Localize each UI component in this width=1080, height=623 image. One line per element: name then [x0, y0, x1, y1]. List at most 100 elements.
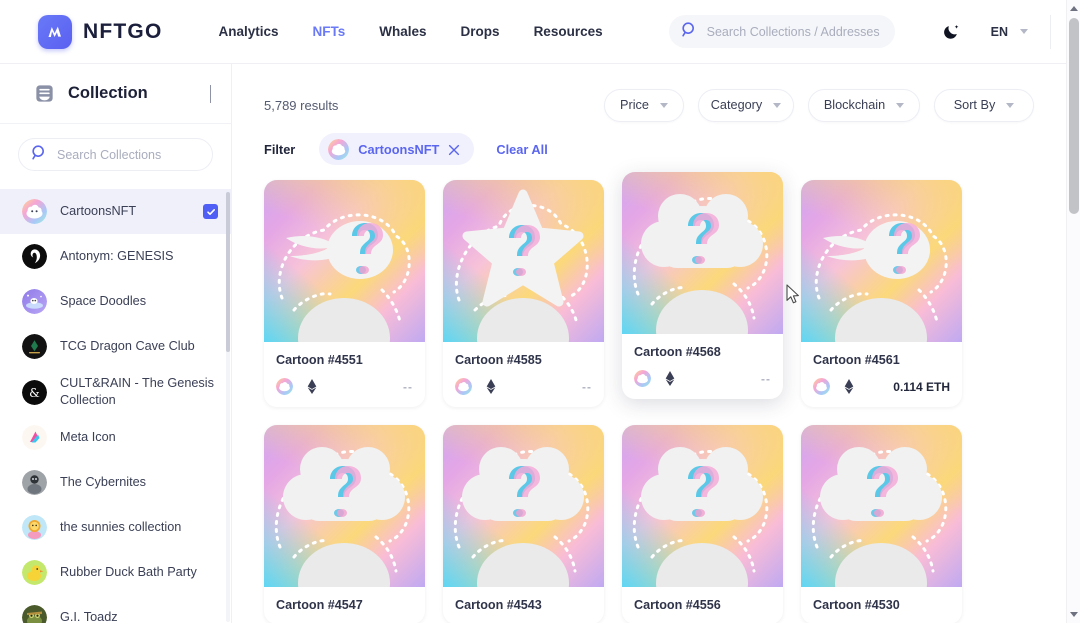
nft-price: 0.114 ETH [893, 379, 950, 394]
nft-card[interactable]: Cartoon #4547 [264, 425, 425, 623]
svg-text:&: & [29, 386, 40, 400]
sidebar-item-label: Space Doodles [60, 293, 147, 308]
nft-card[interactable]: Cartoon #4551 -- [264, 180, 425, 407]
filter-chip-cartoonsnft[interactable]: CartoonsNFT [319, 133, 475, 165]
sidebar-item-the-sunnies-collection[interactable]: the sunnies collection [0, 505, 232, 550]
sidebar-item-label: Antonym: GENESIS [60, 248, 174, 263]
nft-card-body: Cartoon #4543 [443, 587, 604, 623]
nft-image [443, 180, 604, 342]
nft-title: Cartoon #4556 [634, 598, 721, 612]
nft-price: -- [582, 379, 592, 394]
nft-meta: -- [276, 378, 413, 395]
filter-chip-label: CartoonsNFT [358, 141, 440, 157]
sidebar-item-meta-icon[interactable]: Meta Icon [0, 415, 232, 460]
nft-meta: -- [455, 378, 592, 395]
nft-image [264, 180, 425, 342]
sidebar-header[interactable]: Collection [0, 64, 231, 124]
category-dropdown-label: Category [710, 98, 763, 112]
sort-by-dropdown[interactable]: Sort By [934, 88, 1034, 122]
nav-item-nfts[interactable]: NFTs [313, 24, 346, 39]
cartoonsnft-avatar [22, 199, 47, 224]
chevron-down-icon [1019, 29, 1028, 34]
sidebar-item-label: G.I. Toadz [60, 610, 118, 623]
nft-card-body: Cartoon #4547 [264, 587, 425, 623]
scroll-down-arrow-icon[interactable] [1070, 612, 1078, 617]
sidebar-item-tcg-dragon-cave-club[interactable]: TCG Dragon Cave Club [0, 324, 232, 369]
close-icon[interactable] [448, 143, 460, 156]
nft-card[interactable]: Cartoon #4556 [622, 425, 783, 623]
filter-dropdowns: Price Category Blockchain Sort By [604, 88, 1034, 122]
cartoonsnft-avatar [634, 370, 651, 387]
sidebar-scrollbar[interactable] [226, 192, 230, 622]
nav-item-whales[interactable]: Whales [379, 24, 426, 39]
nftgo-logo-icon [38, 14, 72, 49]
search-icon [31, 144, 48, 166]
sidebar-item-cartoonsnft[interactable]: CartoonsNFT [0, 189, 232, 234]
sidebar-item-label: The Cybernites [60, 475, 147, 490]
nft-image [801, 425, 962, 587]
blockchain-dropdown[interactable]: Blockchain [808, 88, 920, 122]
header-divider [1049, 14, 1051, 49]
moon-icon[interactable] [941, 21, 963, 43]
sidebar-item-the-cybernites[interactable]: The Cybernites [0, 460, 232, 505]
search-icon [681, 21, 698, 43]
sidebar-item-label: TCG Dragon Cave Club [60, 338, 195, 353]
sunnies-avatar [22, 515, 47, 541]
cultrain-avatar: & [22, 379, 47, 405]
mouse-cursor [786, 284, 801, 310]
nav-item-drops[interactable]: Drops [461, 24, 500, 39]
sidebar-item-antonym-genesis[interactable]: Antonym: GENESIS [0, 234, 232, 279]
space-doodles-avatar [22, 289, 47, 314]
nft-card-body: Cartoon #4556 [622, 587, 783, 623]
nft-card[interactable]: Cartoon #4585 -- [443, 180, 604, 407]
nft-image [622, 172, 783, 334]
main-nav: Analytics NFTs Whales Drops Resources [219, 24, 603, 39]
nft-meta: -- [634, 370, 771, 387]
cybernites-avatar [22, 470, 47, 496]
clear-all-button[interactable]: Clear All [496, 142, 547, 157]
nft-price: -- [761, 371, 771, 386]
ethereum-icon [305, 379, 318, 394]
scroll-up-arrow-icon[interactable] [1070, 6, 1078, 11]
global-search-input[interactable]: Search Collections / Addresses , [668, 15, 895, 48]
price-dropdown[interactable]: Price [604, 88, 684, 122]
category-dropdown[interactable]: Category [698, 88, 794, 122]
sidebar-scrollbar-thumb[interactable] [226, 192, 230, 352]
language-selector[interactable]: EN [991, 25, 1028, 39]
sidebar-item-gi-toadz[interactable]: G.I. Toadz [0, 595, 232, 623]
sidebar-item-rubber-duck-bath-party[interactable]: Rubber Duck Bath Party [0, 550, 232, 595]
brand-logo[interactable]: NFTGO [38, 14, 163, 49]
sidebar-item-label: Meta Icon [60, 430, 116, 445]
sort-by-dropdown-label: Sort By [953, 98, 996, 112]
nft-card[interactable]: Cartoon #4543 [443, 425, 604, 623]
price-dropdown-label: Price [620, 98, 649, 112]
page-scrollbar-thumb[interactable] [1069, 18, 1079, 214]
sidebar-item-label: CULT&RAIN - The Genesis Collection [60, 376, 214, 408]
page-scrollbar[interactable] [1066, 0, 1080, 623]
search-collections-input[interactable]: Search Collections [18, 138, 213, 171]
sidebar-item-label: CartoonsNFT [60, 203, 137, 218]
header-actions: EN [941, 14, 1080, 49]
nft-price: -- [403, 379, 413, 394]
nft-title: Cartoon #4568 [634, 345, 721, 359]
antonym-avatar [22, 244, 47, 269]
nft-card[interactable]: Cartoon #4568 -- [622, 172, 783, 399]
collection-list: CartoonsNFT Antonym: GENESIS Space Doodl… [0, 189, 232, 623]
nft-title: Cartoon #4543 [455, 598, 542, 612]
nft-card[interactable]: Cartoon #4530 [801, 425, 962, 623]
cartoonsnft-avatar [455, 378, 472, 395]
nft-meta: 0.114 ETH [813, 378, 950, 395]
cartoonsnft-avatar [813, 378, 830, 395]
ethereum-icon [484, 379, 497, 394]
nav-item-analytics[interactable]: Analytics [219, 24, 279, 39]
nav-item-resources[interactable]: Resources [534, 24, 603, 39]
collection-checkbox[interactable] [203, 204, 218, 219]
nft-image [264, 425, 425, 587]
sidebar-item-space-doodles[interactable]: Space Doodles [0, 279, 232, 324]
nft-card[interactable]: Cartoon #4561 0.114 ETH [801, 180, 962, 407]
nft-title: Cartoon #4530 [813, 598, 900, 612]
sidebar-item-cultrain-genesis[interactable]: & CULT&RAIN - The Genesis Collection [0, 369, 232, 415]
chevron-down-icon[interactable] [210, 84, 211, 103]
nft-image [801, 180, 962, 342]
chevron-down-icon [1006, 102, 1015, 108]
